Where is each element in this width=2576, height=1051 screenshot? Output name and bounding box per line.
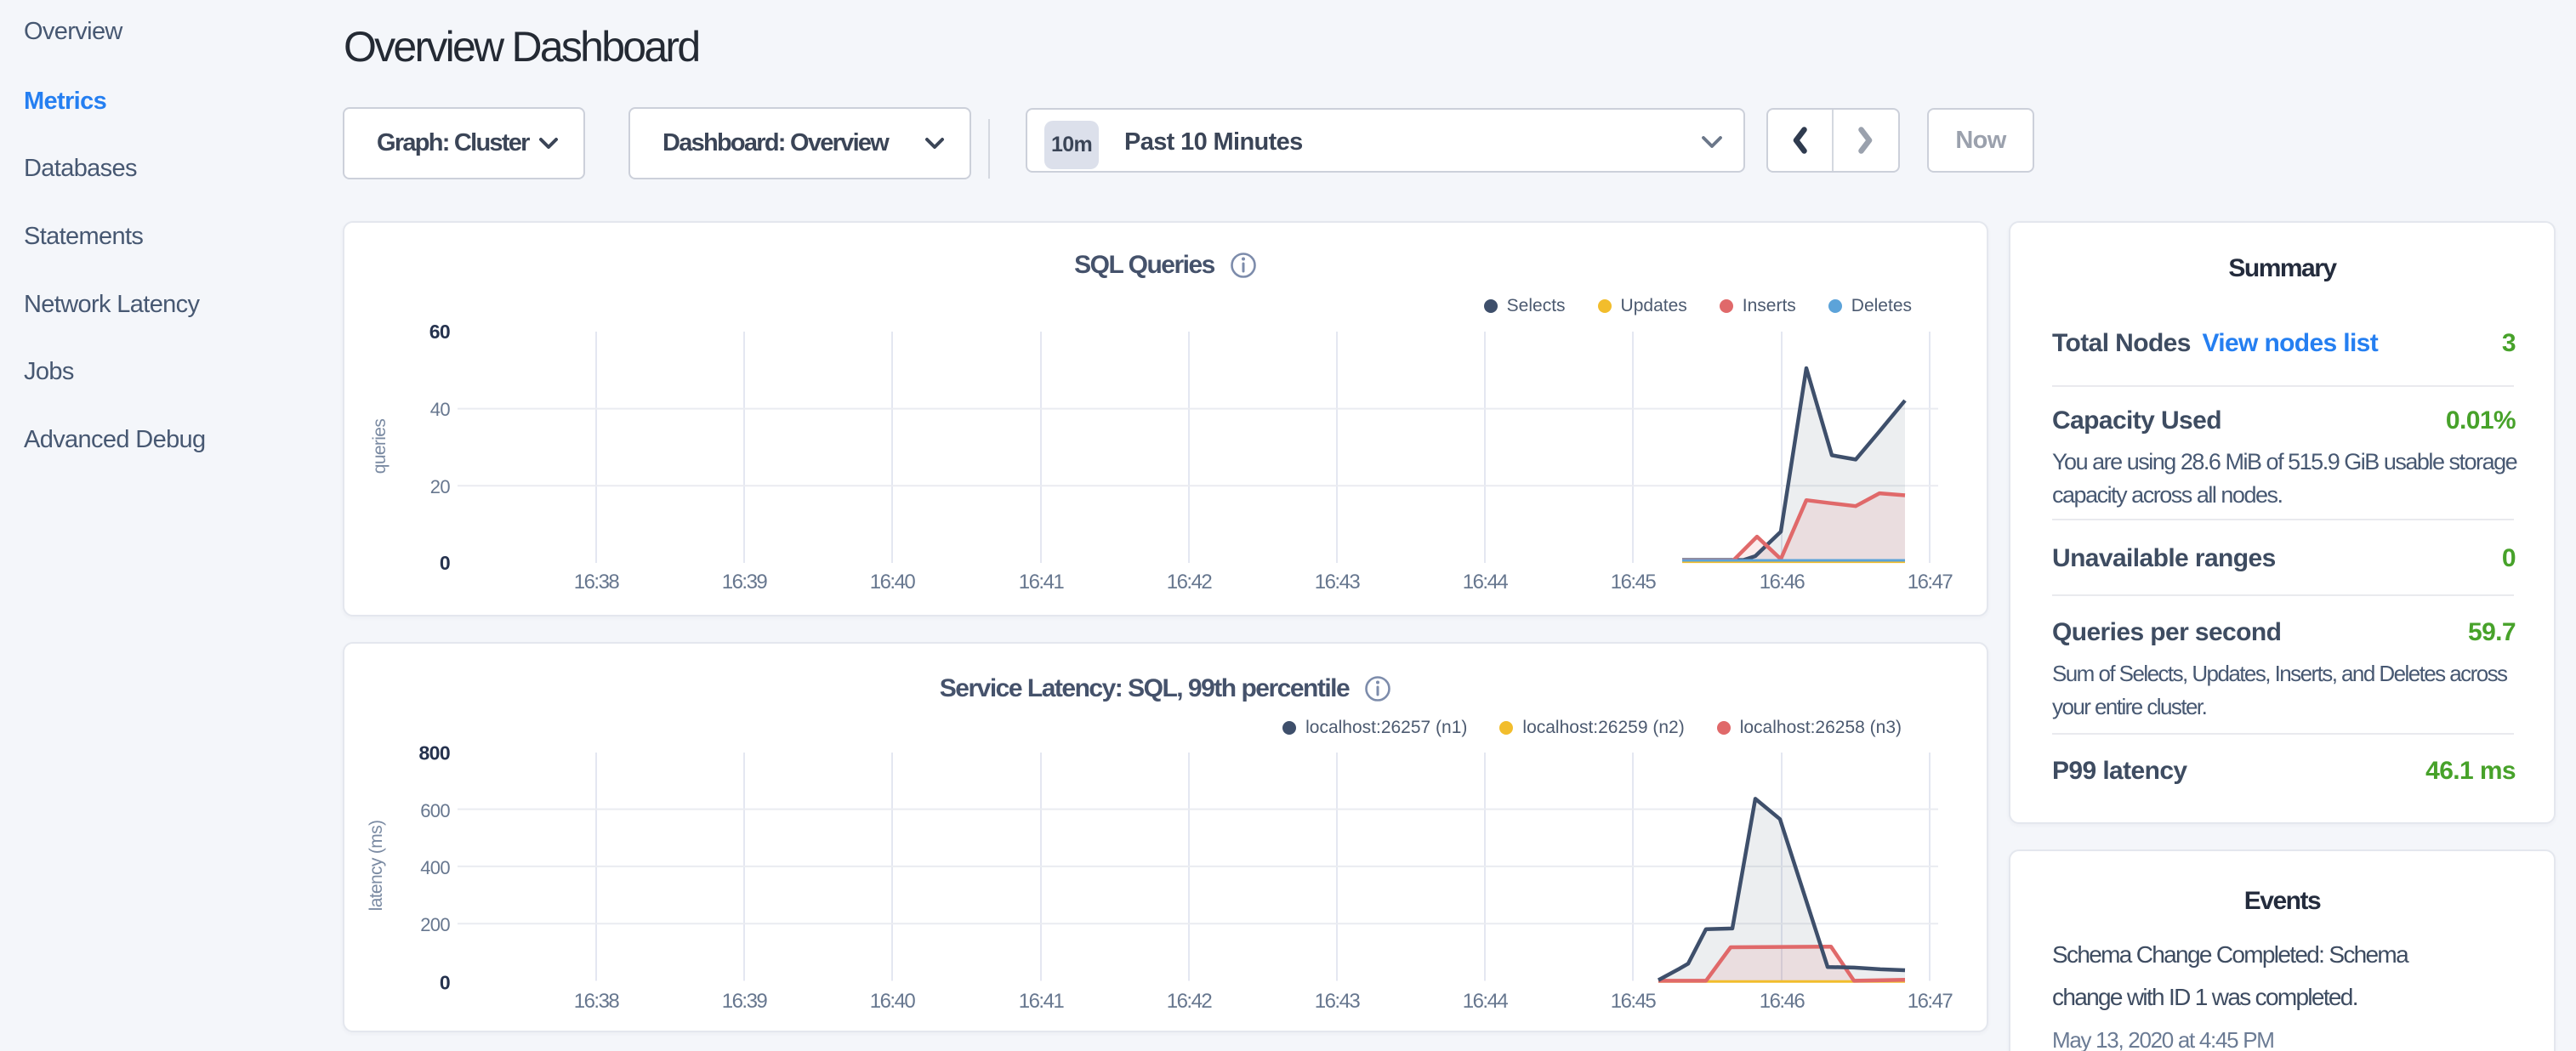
svg-text:16:38: 16:38 (574, 990, 620, 1013)
svg-text:16:47: 16:47 (1908, 571, 1953, 594)
svg-text:16:45: 16:45 (1611, 990, 1657, 1013)
svg-text:16:45: 16:45 (1611, 571, 1657, 594)
svg-text:latency (ms): latency (ms) (367, 821, 386, 912)
svg-text:16:41: 16:41 (1019, 990, 1065, 1013)
svg-text:queries: queries (370, 419, 390, 474)
svg-text:16:41: 16:41 (1019, 571, 1065, 594)
svg-text:16:43: 16:43 (1315, 571, 1361, 594)
svg-text:16:44: 16:44 (1463, 990, 1509, 1013)
svg-text:16:39: 16:39 (722, 571, 768, 594)
svg-text:16:46: 16:46 (1760, 990, 1805, 1013)
svg-text:16:42: 16:42 (1167, 571, 1213, 594)
svg-text:40: 40 (430, 399, 451, 420)
svg-text:0: 0 (440, 552, 450, 574)
svg-text:400: 400 (420, 857, 450, 878)
svg-text:16:46: 16:46 (1760, 571, 1805, 594)
svg-text:16:47: 16:47 (1908, 990, 1953, 1013)
svg-text:16:44: 16:44 (1463, 571, 1509, 594)
svg-text:16:39: 16:39 (722, 990, 768, 1013)
svg-text:16:42: 16:42 (1167, 990, 1213, 1013)
svg-text:600: 600 (420, 800, 450, 821)
svg-text:200: 200 (420, 914, 450, 935)
svg-text:16:38: 16:38 (574, 571, 620, 594)
svg-text:0: 0 (440, 972, 450, 994)
svg-text:16:43: 16:43 (1315, 990, 1361, 1013)
svg-text:800: 800 (419, 742, 450, 764)
svg-text:60: 60 (429, 321, 450, 343)
svg-text:16:40: 16:40 (870, 571, 916, 594)
svg-text:16:40: 16:40 (870, 990, 916, 1013)
svg-text:20: 20 (430, 476, 451, 497)
